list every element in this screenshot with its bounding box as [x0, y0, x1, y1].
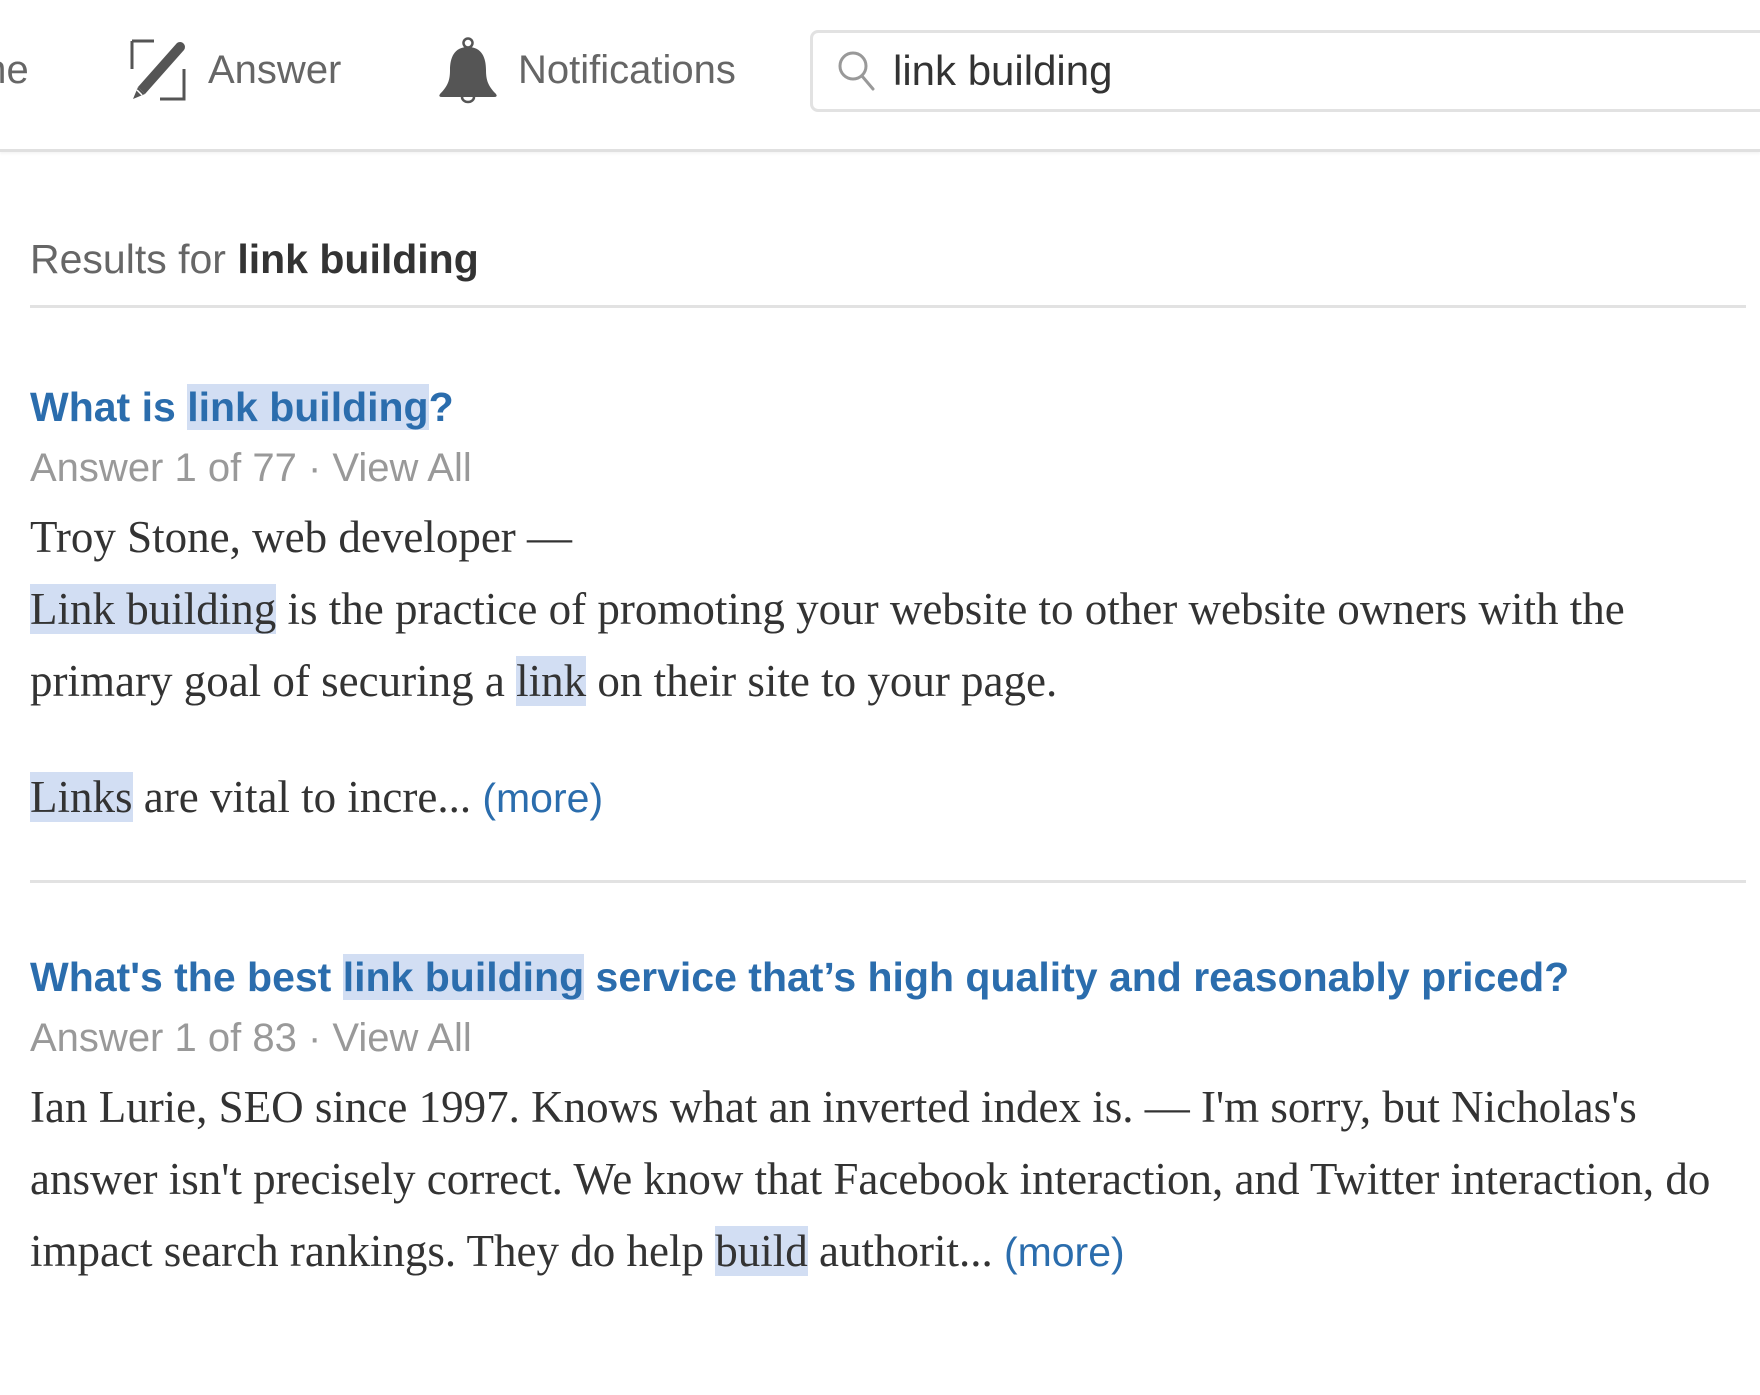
view-all-link[interactable]: View All: [332, 446, 471, 490]
results-query: link building: [237, 236, 479, 282]
more-link[interactable]: (more): [1004, 1229, 1125, 1275]
title-text: ?: [428, 384, 454, 430]
result-meta: Answer 1 of 77 · View All: [30, 437, 1746, 499]
title-text: What's the best: [30, 954, 343, 1000]
title-highlight: link building: [342, 954, 585, 1000]
result-meta: Answer 1 of 83 · View All: [30, 1007, 1746, 1069]
snippet-highlight: Link building: [30, 584, 277, 634]
divider: [30, 880, 1746, 883]
results-prefix: Results for: [30, 236, 226, 282]
snippet-paragraph: Link building is the practice of promoti…: [30, 573, 1746, 717]
nav-answer[interactable]: Answer: [128, 0, 341, 140]
snippet-highlight: link: [516, 656, 587, 706]
top-nav-bar: Home Answer Notifications: [0, 0, 1760, 152]
snippet-text: are vital to incre...: [132, 772, 483, 822]
snippet-paragraph: Links are vital to incre... (more): [30, 761, 1746, 834]
results-heading: Results for link building: [30, 236, 479, 283]
title-text: service that’s high quality and reasonab…: [584, 954, 1570, 1000]
search-icon: [837, 50, 877, 92]
snippet-paragraph: Ian Lurie, SEO since 1997. Knows what an…: [30, 1071, 1746, 1288]
nav-notifications[interactable]: Notifications: [436, 0, 736, 140]
snippet-text: authorit...: [807, 1226, 1004, 1276]
search-input[interactable]: [893, 47, 1693, 95]
result-title-link[interactable]: What's the best link building service th…: [30, 947, 1746, 1007]
snippet-highlight: Links: [30, 772, 133, 822]
snippet-text: on their site to your page.: [586, 656, 1058, 706]
nav-home-label: Home: [0, 47, 29, 92]
result-item: What's the best link building service th…: [30, 947, 1746, 1288]
result-title-link[interactable]: What is link building?: [30, 377, 1746, 437]
meta-separator: ·: [296, 1016, 333, 1060]
author-line: Troy Stone, web developer —: [30, 512, 573, 562]
meta-separator: ·: [296, 446, 333, 490]
view-all-link[interactable]: View All: [332, 1016, 471, 1060]
result-item: What is link building? Answer 1 of 77 · …: [30, 377, 1746, 834]
title-text: What is: [30, 384, 188, 430]
result-snippet: Troy Stone, web developer — Link buildin…: [30, 501, 1746, 834]
nav-notifications-label: Notifications: [518, 47, 736, 92]
pencil-edit-icon: [128, 39, 188, 101]
title-highlight: link building: [187, 384, 429, 430]
more-link[interactable]: (more): [482, 775, 603, 821]
nav-home[interactable]: Home: [0, 0, 29, 140]
snippet-highlight: build: [715, 1226, 808, 1276]
search-box[interactable]: [810, 30, 1760, 112]
bell-icon: [436, 36, 500, 104]
answer-count: Answer 1 of 83: [30, 1016, 297, 1060]
nav-answer-label: Answer: [208, 47, 342, 92]
answer-count: Answer 1 of 77: [30, 446, 297, 490]
divider: [30, 305, 1746, 308]
result-snippet: Ian Lurie, SEO since 1997. Knows what an…: [30, 1071, 1746, 1288]
